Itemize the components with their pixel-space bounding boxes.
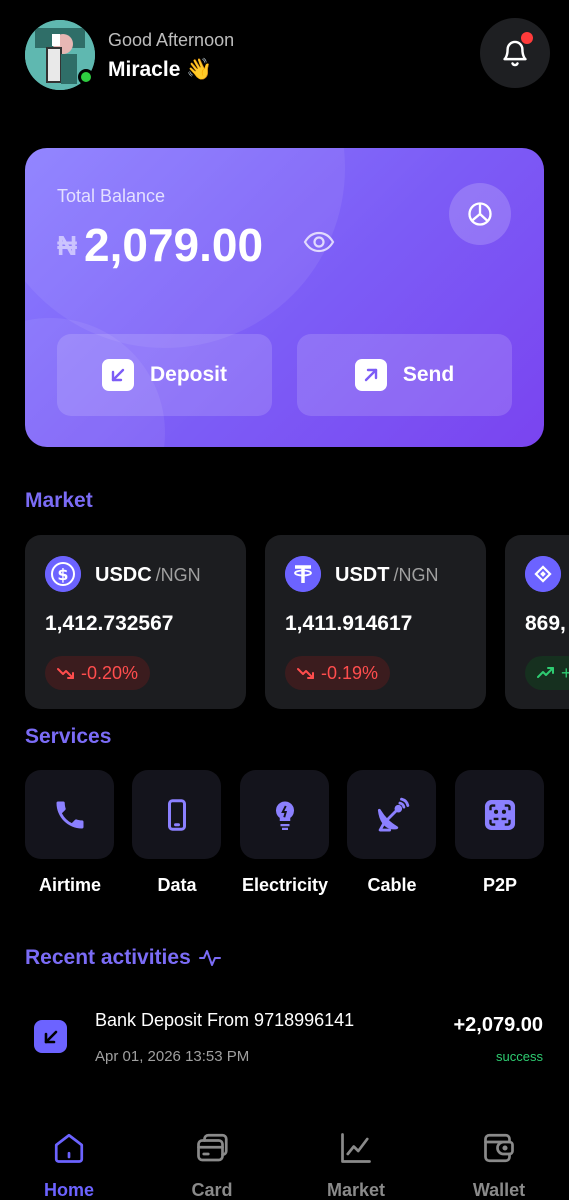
market-change: + <box>561 662 569 683</box>
market-list[interactable]: $ USDC/NGN 1,412.732567 -0.20% USDT/NGN … <box>25 535 569 709</box>
arrow-down-left-icon <box>101 359 134 391</box>
activity-amount: +2,079.00 <box>453 1014 543 1036</box>
deposit-button[interactable]: Deposit <box>57 334 272 416</box>
service-data[interactable]: Data <box>132 770 222 896</box>
recent-activities-label: Recent activities <box>25 946 191 969</box>
nav-label: Market <box>326 1180 386 1200</box>
market-change-badge: -0.19% <box>285 656 391 690</box>
send-label: Send <box>402 363 455 386</box>
market-price: 1,411.914617 <box>285 612 413 635</box>
market-change-badge: -0.20% <box>45 656 151 690</box>
eye-icon[interactable] <box>303 230 335 259</box>
service-label: P2P <box>482 875 518 895</box>
service-electricity[interactable]: Electricity <box>240 770 330 896</box>
home-icon <box>54 1133 84 1163</box>
deposit-label: Deposit <box>149 363 227 386</box>
nav-market[interactable]: Market <box>301 1130 411 1200</box>
balance-card: Total Balance ₦ 2,079.00 Deposit Send <box>25 148 544 447</box>
service-label: Cable <box>367 875 417 895</box>
nav-wallet[interactable]: Wallet <box>444 1130 554 1200</box>
market-card-usdt[interactable]: USDT/NGN 1,411.914617 -0.19% <box>265 535 486 709</box>
activity-item[interactable]: Bank Deposit From 9718996141 Apr 01, 202… <box>25 1000 545 1080</box>
services-title: Services <box>25 725 112 748</box>
nav-home[interactable]: Home <box>14 1130 124 1200</box>
currency-symbol: ₦ <box>57 230 78 261</box>
balance-label: Total Balance <box>57 186 166 206</box>
market-symbol: USDT <box>335 564 390 586</box>
bottom-nav: Home Card Market Wallet <box>0 1120 569 1200</box>
service-label: Electricity <box>241 875 329 895</box>
card-icon <box>197 1133 228 1162</box>
username: Miracle 👋 <box>108 58 213 81</box>
trend-down-icon <box>57 668 74 679</box>
service-label: Data <box>157 875 197 895</box>
activity-status: success <box>496 1049 543 1064</box>
chart-icon <box>341 1133 371 1163</box>
bulb-icon <box>275 800 294 830</box>
analytics-button[interactable] <box>449 183 511 245</box>
services-grid: Airtime Data Electricity Cable P2P <box>25 770 545 910</box>
header: Good Afternoon Miracle 👋 <box>25 18 550 90</box>
mobile-icon <box>167 798 186 831</box>
market-price: 1,412.732567 <box>45 612 174 635</box>
activity-date: Apr 01, 2026 13:53 PM <box>95 1048 250 1065</box>
usdt-icon <box>285 556 321 592</box>
arrow-up-right-icon <box>354 359 387 391</box>
notification-badge <box>521 32 533 44</box>
market-price: 869, <box>525 612 566 635</box>
nav-label: Home <box>43 1180 94 1200</box>
trend-up-icon <box>537 667 554 678</box>
trend-down-icon <box>297 668 314 679</box>
phone-icon <box>56 801 83 828</box>
nav-label: Wallet <box>472 1180 526 1200</box>
market-symbol: USDC <box>95 564 152 586</box>
service-cable[interactable]: Cable <box>347 770 437 896</box>
nav-card[interactable]: Card <box>157 1130 267 1200</box>
satellite-dish-icon <box>377 797 409 831</box>
market-change: -0.19% <box>321 662 379 683</box>
pie-chart-icon <box>468 202 492 226</box>
recent-activities-title: Recent activities <box>25 946 221 970</box>
service-p2p[interactable]: P2P <box>455 770 545 896</box>
market-pair: /NGN <box>155 565 201 585</box>
nav-label: Card <box>191 1180 233 1200</box>
market-change-badge: + <box>525 656 569 690</box>
wallet-icon <box>484 1133 514 1163</box>
market-card-usdc[interactable]: $ USDC/NGN 1,412.732567 -0.20% <box>25 535 246 709</box>
market-change: -0.20% <box>81 662 139 683</box>
online-status-dot <box>78 69 94 85</box>
market-title: Market <box>25 489 93 512</box>
p2p-icon <box>484 799 515 830</box>
balance-amount: 2,079.00 <box>84 219 264 271</box>
activity-pulse-icon <box>198 950 221 966</box>
bnb-icon <box>525 556 561 592</box>
usdc-icon: $ <box>45 556 81 592</box>
activity-title: Bank Deposit From 9718996141 <box>95 1010 355 1030</box>
notifications-button[interactable] <box>480 18 550 88</box>
deposit-arrow-icon <box>34 1020 67 1053</box>
send-button[interactable]: Send <box>297 334 512 416</box>
greeting-text: Good Afternoon <box>108 30 235 50</box>
svg-text:$: $ <box>57 565 68 584</box>
market-card-bnb[interactable]: 869, + <box>505 535 569 709</box>
service-airtime[interactable]: Airtime <box>25 770 115 896</box>
market-pair: /NGN <box>393 565 439 585</box>
service-label: Airtime <box>38 875 101 895</box>
